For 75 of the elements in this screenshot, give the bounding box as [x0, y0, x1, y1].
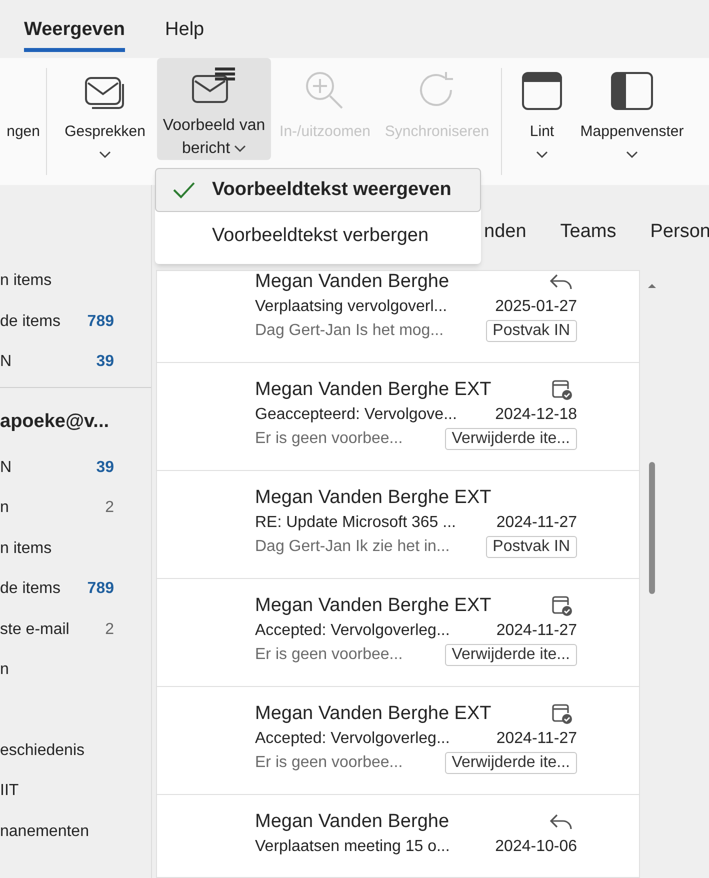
ribbon-button[interactable]: Gesprekken	[53, 58, 157, 168]
window-pane-icon	[611, 72, 653, 110]
ribbon-button[interactable]: Lint	[508, 58, 576, 168]
message-preview: Er is geen voorbee...	[255, 645, 403, 665]
folder-item[interactable]: n 2	[0, 488, 151, 528]
message-row[interactable]: Megan Vanden Berghe EXT Accepted: Vervolgoverleg... 2024-11-27 Er is geen voorbee... Verwijderde ite...	[157, 579, 639, 687]
message-row[interactable]: Megan Vanden Berghe Verplaatsen meeting 15 o... 2024-10-06	[157, 795, 639, 877]
message-date: 2024-11-27	[496, 621, 577, 641]
scroll-up-icon[interactable]	[647, 282, 657, 290]
ribbon-button[interactable]: Voorbeeld van bericht	[157, 58, 271, 160]
folder-tag: Postvak IN	[486, 320, 577, 342]
message-subject: Accepted: Vervolgoverleg...	[255, 621, 450, 641]
message-preview: Er is geen voorbee...	[255, 753, 403, 773]
folder-tag: Verwijderde ite...	[444, 752, 577, 774]
message-subject: Verplaatsing vervolgoverl...	[255, 297, 448, 317]
menu-tab[interactable]: Weergeven	[24, 16, 126, 52]
message-preview: Er is geen voorbee...	[255, 429, 403, 449]
reply-icon	[549, 273, 573, 291]
message-date: 2025-01-27	[495, 297, 577, 317]
message-date: 2024-10-06	[495, 837, 577, 857]
folder-item[interactable]: N 39	[0, 342, 151, 382]
folder-item[interactable]: n	[0, 650, 151, 690]
sender-name: Megan Vanden Berghe	[255, 810, 450, 834]
calendar-check-icon	[551, 703, 573, 725]
ribbon-button[interactable]: Mappenvenster	[576, 58, 688, 168]
folder-item[interactable]: n items	[0, 261, 151, 302]
folder-item[interactable]: nanementen	[0, 812, 151, 852]
envelopes-icon	[84, 76, 126, 110]
window-icon	[522, 72, 562, 110]
message-subject: Accepted: Vervolgoverleg...	[255, 729, 450, 749]
message-date: 2024-11-27	[496, 513, 577, 533]
folder-item[interactable]: ste e-mail 2	[0, 610, 151, 650]
unread-count: 39	[96, 458, 114, 478]
message-subject: RE: Update Microsoft 365 ...	[255, 513, 456, 533]
message-date: 2024-11-27	[496, 729, 577, 749]
calendar-check-icon	[551, 595, 573, 617]
item-count: 2	[105, 620, 114, 640]
message-row[interactable]: Megan Vanden Berghe EXT RE: Update Microsoft 365 ... 2024-11-27 Dag Gert-Jan Ik zie het in... Postvak IN	[157, 471, 639, 579]
folder-item[interactable]: n items	[0, 528, 151, 569]
envelope-lines-icon	[191, 66, 237, 104]
folder-item[interactable]: N 39	[0, 448, 151, 488]
message-row[interactable]: Megan Vanden Berghe EXT Accepted: Vervolgoverleg... 2024-11-27 Er is geen voorbee... Verwijderde ite...	[157, 687, 639, 795]
folder-tag: Verwijderde ite...	[444, 644, 577, 666]
ribbon-button[interactable]: ngen	[0, 58, 40, 168]
calendar-check-icon	[551, 379, 573, 401]
view-tab[interactable]: Teams	[560, 218, 616, 247]
folder-item[interactable]: de items 789	[0, 569, 151, 610]
folder-tag: Verwijderde ite...	[444, 428, 577, 450]
view-tab[interactable]: Person	[650, 218, 709, 247]
message-preview: Dag Gert-Jan Ik zie het in...	[255, 537, 450, 557]
menu-tab[interactable]: Help	[165, 16, 204, 52]
unread-count: 789	[87, 312, 114, 332]
sender-name: Megan Vanden Berghe EXT	[255, 594, 492, 618]
message-date: 2024-12-18	[495, 405, 577, 425]
checkmark-icon	[172, 181, 196, 199]
message-preview: Dag Gert-Jan Is het mog...	[255, 321, 444, 341]
sender-name: Megan Vanden Berghe EXT	[255, 702, 492, 726]
menu-item[interactable]: Voorbeeldtekst verbergen	[155, 212, 481, 260]
folder-item[interactable]: de items 789	[0, 302, 151, 342]
message-subject: Geaccepteerd: Vervolgove...	[255, 405, 457, 425]
item-count: 2	[105, 498, 114, 518]
folder-tag: Postvak IN	[486, 536, 577, 558]
folder-item[interactable]: IIT	[0, 771, 151, 812]
account-name[interactable]: apoeke@v...	[0, 398, 151, 448]
unread-count: 789	[87, 579, 114, 600]
message-row[interactable]: Megan Vanden Berghe EXT Geaccepteerd: Vervolgove... 2024-12-18 Er is geen voorbee... Verwijderde ite...	[157, 363, 639, 471]
sender-name: Megan Vanden Berghe	[255, 271, 450, 294]
message-subject: Verplaatsen meeting 15 o...	[255, 837, 450, 857]
sender-name: Megan Vanden Berghe EXT	[255, 486, 492, 510]
reply-icon	[549, 813, 573, 831]
menu-item[interactable]: Voorbeeldtekst weergeven	[155, 168, 481, 212]
folder-item[interactable]: eschiedenis	[0, 730, 151, 771]
unread-count: 39	[96, 352, 114, 372]
view-tab[interactable]: nden	[484, 218, 526, 247]
sender-name: Megan Vanden Berghe EXT	[255, 378, 492, 402]
